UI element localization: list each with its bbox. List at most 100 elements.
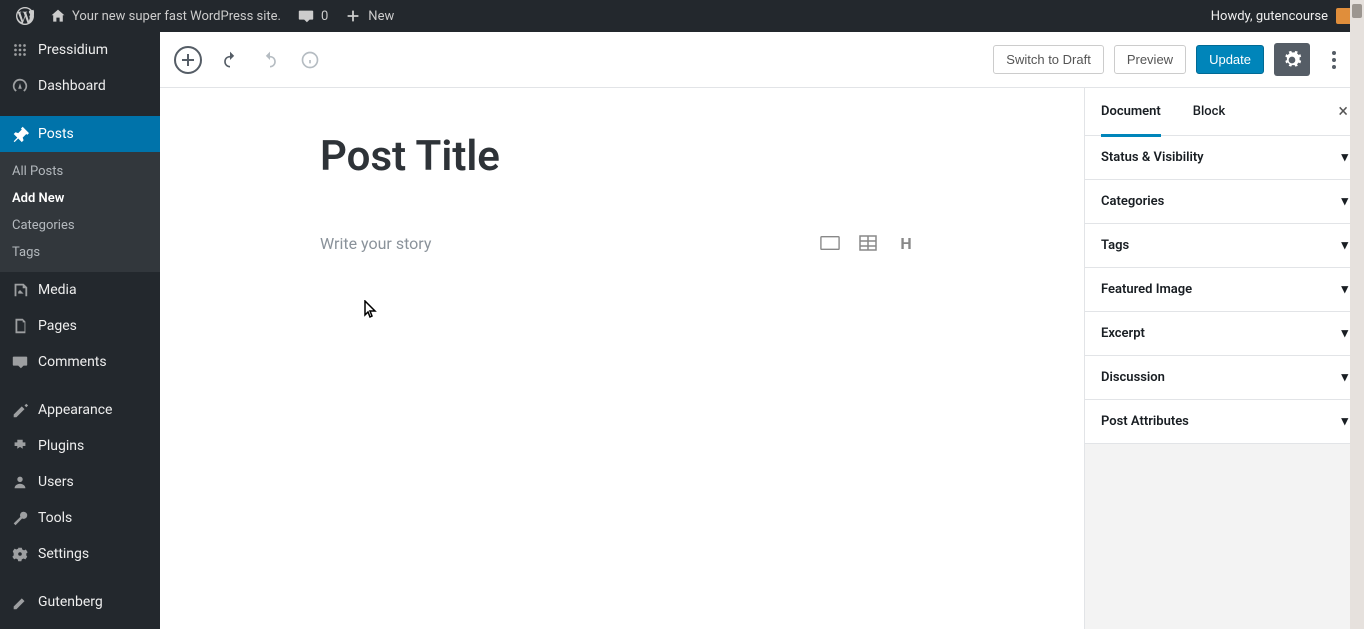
submenu-all-posts[interactable]: All Posts (0, 158, 160, 185)
editor-toolbar: Switch to Draft Preview Update (160, 32, 1364, 88)
panel-section-label: Tags (1101, 238, 1129, 253)
panel-section-featured-image[interactable]: Featured Image ▾ (1085, 268, 1364, 312)
users-icon (10, 472, 30, 492)
sidebar-item-appearance[interactable]: Appearance (0, 392, 160, 428)
plus-icon (344, 7, 362, 25)
editor-main: Switch to Draft Preview Update Write you… (160, 32, 1364, 629)
tab-block[interactable]: Block (1177, 88, 1241, 136)
howdy-text: Howdy, gutencourse (1211, 9, 1328, 24)
panel-section-post-attributes[interactable]: Post Attributes ▾ (1085, 400, 1364, 444)
sidebar-item-dashboard[interactable]: Dashboard (0, 68, 160, 104)
panel-section-label: Post Attributes (1101, 414, 1189, 429)
panel-section-label: Discussion (1101, 370, 1165, 385)
sidebar-item-label: Pages (38, 318, 77, 334)
tools-icon (10, 508, 30, 528)
post-title-input[interactable] (320, 128, 924, 185)
panel-section-label: Status & Visibility (1101, 150, 1204, 165)
pressidium-icon (10, 40, 30, 60)
panel-section-discussion[interactable]: Discussion ▾ (1085, 356, 1364, 400)
sidebar-item-label: Settings (38, 546, 89, 562)
panel-section-tags[interactable]: Tags ▾ (1085, 224, 1364, 268)
admin-sidebar: Pressidium Dashboard Posts All Posts Add… (0, 32, 160, 629)
cursor-icon (364, 300, 378, 324)
settings-icon (10, 544, 30, 564)
sidebar-item-label: Users (38, 474, 74, 490)
new-content-menu[interactable]: New (336, 0, 402, 32)
sidebar-item-label: Plugins (38, 438, 84, 454)
panel-section-label: Excerpt (1101, 326, 1145, 341)
sidebar-item-label: Pressidium (38, 42, 108, 58)
site-name-label: Your new super fast WordPress site. (72, 9, 281, 24)
scrollbar-thumb[interactable] (1352, 4, 1362, 18)
sidebar-item-label: Tools (38, 510, 72, 526)
media-icon (10, 280, 30, 300)
wordpress-icon (16, 7, 34, 25)
submenu-categories[interactable]: Categories (0, 212, 160, 239)
sidebar-item-label: Dashboard (38, 78, 106, 94)
dashboard-icon (10, 76, 30, 96)
settings-panel: Document Block × Status & Visibility ▾ C… (1084, 88, 1364, 629)
sidebar-item-gutenberg[interactable]: Gutenberg (0, 584, 160, 620)
gutenberg-icon (10, 592, 30, 612)
sidebar-item-plugins[interactable]: Plugins (0, 428, 160, 464)
sidebar-item-posts[interactable]: Posts (0, 116, 160, 152)
add-block-button[interactable] (174, 46, 202, 74)
redo-button[interactable] (252, 42, 288, 78)
home-icon (50, 8, 66, 24)
submenu-add-new[interactable]: Add New (0, 185, 160, 212)
sidebar-item-media[interactable]: Media (0, 272, 160, 308)
block-placeholder[interactable]: Write your story (320, 234, 431, 253)
comments-menu[interactable]: 0 (289, 0, 336, 32)
tab-document[interactable]: Document (1085, 88, 1177, 136)
chevron-down-icon: ▾ (1341, 282, 1348, 297)
chevron-down-icon: ▾ (1341, 326, 1348, 341)
chevron-down-icon: ▾ (1341, 414, 1348, 429)
window-scrollbar[interactable] (1350, 0, 1364, 629)
chevron-down-icon: ▾ (1341, 238, 1348, 253)
sidebar-item-pressidium[interactable]: Pressidium (0, 32, 160, 68)
undo-button[interactable] (212, 42, 248, 78)
pages-icon (10, 316, 30, 336)
chevron-down-icon: ▾ (1341, 150, 1348, 165)
sidebar-item-label: Media (38, 282, 77, 298)
editor-canvas[interactable]: Write your story H (160, 88, 1084, 629)
admin-bar: Your new super fast WordPress site. 0 Ne… (0, 0, 1364, 32)
sidebar-item-tools[interactable]: Tools (0, 500, 160, 536)
insert-heading-icon[interactable]: H (896, 233, 916, 253)
panel-section-categories[interactable]: Categories ▾ (1085, 180, 1364, 224)
panel-section-excerpt[interactable]: Excerpt ▾ (1085, 312, 1364, 356)
sidebar-item-pages[interactable]: Pages (0, 308, 160, 344)
account-menu[interactable]: Howdy, gutencourse (1211, 8, 1356, 24)
submenu-tags[interactable]: Tags (0, 239, 160, 266)
wp-logo-menu[interactable] (8, 0, 42, 32)
panel-section-label: Categories (1101, 194, 1164, 209)
switch-to-draft-button[interactable]: Switch to Draft (993, 45, 1104, 74)
insert-table-icon[interactable] (858, 233, 878, 253)
panel-section-status[interactable]: Status & Visibility ▾ (1085, 136, 1364, 180)
info-button[interactable] (292, 42, 328, 78)
appearance-icon (10, 400, 30, 420)
more-menu-button[interactable] (1320, 42, 1348, 78)
sidebar-item-label: Comments (38, 354, 107, 370)
insert-image-icon[interactable] (820, 233, 840, 253)
sidebar-item-label: Posts (38, 126, 74, 142)
comments-count: 0 (321, 9, 328, 24)
sidebar-item-comments[interactable]: Comments (0, 344, 160, 380)
sidebar-item-settings[interactable]: Settings (0, 536, 160, 572)
panel-section-label: Featured Image (1101, 282, 1192, 297)
sidebar-item-label: Appearance (38, 402, 112, 418)
preview-button[interactable]: Preview (1114, 45, 1186, 74)
posts-submenu: All Posts Add New Categories Tags (0, 152, 160, 272)
comments-icon (10, 352, 30, 372)
pin-icon (10, 124, 30, 144)
site-name-menu[interactable]: Your new super fast WordPress site. (42, 0, 289, 32)
chevron-down-icon: ▾ (1341, 194, 1348, 209)
chevron-down-icon: ▾ (1341, 370, 1348, 385)
new-content-label: New (368, 9, 394, 24)
update-button[interactable]: Update (1196, 45, 1264, 74)
sidebar-item-users[interactable]: Users (0, 464, 160, 500)
plugins-icon (10, 436, 30, 456)
settings-toggle-button[interactable] (1274, 43, 1310, 76)
comment-icon (297, 7, 315, 25)
sidebar-item-label: Gutenberg (38, 594, 103, 610)
